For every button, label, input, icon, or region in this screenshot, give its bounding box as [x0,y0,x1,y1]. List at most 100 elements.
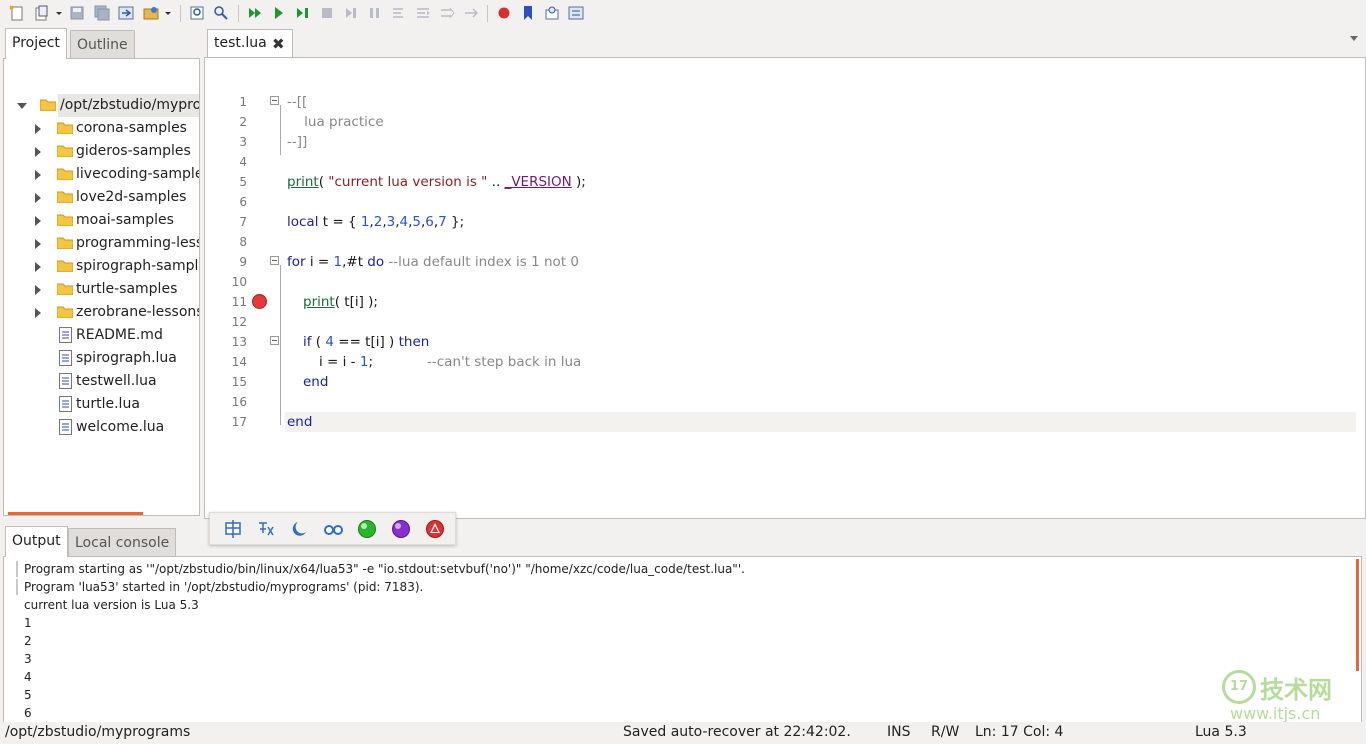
chevron-right-icon[interactable] [35,124,41,134]
tab-local-console[interactable]: Local console [68,528,177,556]
code-text: .. [487,174,505,190]
file-icon [59,327,72,343]
chevron-right-icon[interactable] [35,239,41,249]
red-triangle-icon[interactable] [425,519,445,539]
tree-folder-item[interactable]: moai-samples [4,209,199,232]
recent-dropdown-icon[interactable] [163,4,173,22]
chevron-down-icon[interactable] [17,103,27,109]
project-dir-icon[interactable] [117,4,135,22]
step-back-icon[interactable] [462,4,480,22]
code-global: _VERSION [504,174,572,190]
tree-folder-item[interactable]: spirograph-samples [4,255,199,278]
toggle-breakpoint-icon[interactable] [495,4,513,22]
status-bar: /opt/zbstudio/myprograms Saved auto-reco… [0,722,1366,744]
project-tree[interactable]: /opt/zbstudio/myprograms corona-samples g… [3,58,200,516]
tree-file-item[interactable]: spirograph.lua [4,347,199,370]
save-icon[interactable] [68,4,86,22]
tree-folder-item[interactable]: love2d-samples [4,186,199,209]
tree-item-label: /opt/zbstudio/myprograms [58,94,199,117]
bookmark-icon[interactable] [519,4,537,22]
tree-root[interactable]: /opt/zbstudio/myprograms [4,94,199,117]
chevron-right-icon[interactable] [35,216,41,226]
output-scrollbar[interactable] [1356,559,1359,671]
purple-circle-icon[interactable] [391,519,411,539]
open-file-icon[interactable] [33,4,51,22]
line-number: 10 [231,275,247,289]
editor-vertical-scrollbar[interactable] [1356,58,1365,518]
stop-icon[interactable] [318,4,336,22]
chevron-right-icon[interactable] [35,285,41,295]
debug-step-icon[interactable] [294,4,312,22]
step-out-icon[interactable] [390,4,408,22]
editor-tab-label: test.lua [214,35,267,51]
watch-icon[interactable] [543,4,561,22]
glasses-icon[interactable] [323,519,343,539]
output-panel: Output Local console Program starting as… [3,523,1366,723]
code-line-17: end [287,414,313,430]
line-number: 14 [231,355,247,369]
tree-horizontal-scrollbar[interactable] [8,512,143,515]
code-number: 1 [333,254,343,270]
replace-icon[interactable] [212,4,230,22]
break-icon[interactable] [414,4,432,22]
output-line: 1 [24,616,32,630]
chevron-down-icon[interactable] [1350,36,1358,41]
step-into-icon[interactable] [366,4,384,22]
continue-icon[interactable] [438,4,456,22]
status-interpreter: Lua 5.3 [1195,724,1247,740]
run-now-icon[interactable] [270,4,288,22]
close-icon[interactable]: ✖ [272,37,285,52]
open-dropdown-icon[interactable] [54,4,64,22]
code-keyword: if [303,334,312,350]
output-line: Program starting as '"/opt/zbstudio/bin/… [24,562,745,576]
current-line-highlight [285,412,1360,432]
code-text: t = { [318,214,361,230]
stack-icon[interactable] [567,4,585,22]
step-over-icon[interactable] [342,4,360,22]
punctuation-icon[interactable] [256,519,276,539]
tree-folder-item[interactable]: livecoding-samples [4,163,199,186]
tab-output[interactable]: Output [5,526,68,557]
toolbar-separator [487,5,488,22]
code-editor[interactable]: 1 2 3 4 5 6 7 8 9 10 11 12 13 14 15 16 17 --[[ lua pract… [204,57,1366,519]
find-icon[interactable] [188,4,206,22]
run-icon[interactable] [246,4,264,22]
tree-file-item[interactable]: welcome.lua [4,416,199,439]
status-access: R/W [931,724,960,740]
recent-icon[interactable] [142,4,160,22]
tree-file-item[interactable]: turtle.lua [4,393,199,416]
tree-file-item[interactable]: testwell.lua [4,370,199,393]
moon-icon[interactable] [290,519,310,539]
folder-icon [57,283,73,295]
green-circle-icon[interactable] [357,519,377,539]
tree-folder-item[interactable]: gideros-samples [4,140,199,163]
chevron-right-icon[interactable] [35,308,41,318]
chevron-right-icon[interactable] [35,262,41,272]
main-toolbar [0,0,1366,27]
chinese-input-icon[interactable] [223,519,243,539]
tab-test-lua[interactable]: test.lua ✖ [207,29,293,58]
fold-toggle-icon[interactable] [270,96,279,105]
chevron-right-icon[interactable] [35,193,41,203]
fold-toggle-icon[interactable] [270,336,279,345]
output-marker [16,561,18,577]
folder-icon [57,145,73,157]
tab-project[interactable]: Project [5,28,67,59]
line-number: 5 [239,175,247,189]
fold-toggle-icon[interactable] [270,256,279,265]
tree-folder-item[interactable]: corona-samples [4,117,199,140]
watermark-site: www.itjs.cn [1230,704,1321,723]
chevron-right-icon[interactable] [35,170,41,180]
line-number: 8 [239,235,247,249]
line-number: 17 [231,415,247,429]
output-console[interactable]: Program starting as '"/opt/zbstudio/bin/… [3,556,1362,723]
chevron-right-icon[interactable] [35,147,41,157]
tree-folder-item[interactable]: programming-lessons [4,232,199,255]
new-file-icon[interactable] [8,4,26,22]
tree-folder-item[interactable]: zerobrane-lessons [4,301,199,324]
save-all-icon[interactable] [93,4,111,22]
breakpoint-icon[interactable] [252,294,267,309]
tree-file-item[interactable]: README.md [4,324,199,347]
tree-folder-item[interactable]: turtle-samples [4,278,199,301]
tab-outline[interactable]: Outline [70,30,135,58]
